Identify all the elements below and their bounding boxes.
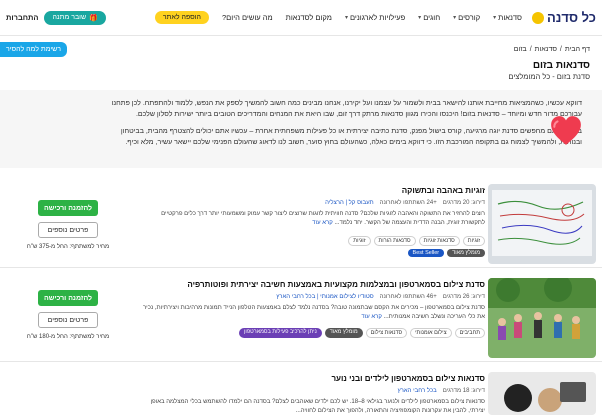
workshop-card: זוגיות באהבה ובתשוקה דירוג: 20 מדרגים +2… bbox=[0, 178, 602, 268]
smartphone-badge: ניתן להרכיב פעילות בסמארטפון bbox=[238, 328, 322, 338]
heart-icon bbox=[551, 116, 581, 145]
nav-item-label: מקום לסדנאות bbox=[285, 13, 332, 22]
tag[interactable]: צילום אומנותי bbox=[410, 328, 452, 338]
read-more-link[interactable]: קרא עוד bbox=[312, 220, 333, 226]
chevron-down-icon: ▾ bbox=[344, 15, 348, 21]
tag[interactable]: זוגיות bbox=[348, 236, 371, 246]
nav-item-label: פעילויות לארגונים bbox=[349, 13, 406, 22]
breadcrumb-home[interactable]: דף הבית bbox=[565, 46, 590, 53]
workshop-image[interactable] bbox=[488, 372, 596, 415]
workshop-card: סדנאות צילום בסמארטפון לילדים ובני נוער … bbox=[0, 366, 602, 415]
location[interactable]: בכל רחבי הארץ bbox=[398, 388, 437, 394]
rating: דירוג: 18 מדרגים bbox=[442, 388, 485, 394]
intro-text: דווקא עכשיו, כשהמציאות מחייבת אותנו להיש… bbox=[96, 98, 582, 148]
book-button[interactable]: להזמנה ורכישה bbox=[38, 290, 98, 306]
tag[interactable]: תחביבים bbox=[454, 328, 485, 338]
nav-item-label: מה עושים היום? bbox=[222, 13, 273, 22]
workshop-meta: דירוג: 20 מדרגים +24 השתתפו לאחרונה תעבו… bbox=[325, 200, 485, 206]
breadcrumb-separator: / bbox=[559, 46, 562, 53]
recommended-badge: מומלץ מאוד bbox=[447, 249, 485, 257]
whiteboard-photo bbox=[488, 184, 596, 264]
recommended-badge: מומלץ מאוד bbox=[324, 328, 363, 338]
workshop-info: זוגיות באהבה ובתשוקה דירוג: 20 מדרגים +2… bbox=[135, 178, 485, 267]
breadcrumb-current: בזום bbox=[513, 46, 527, 53]
workshop-card: סדנת צילום בסמארטפון ובמצלמות מקצועיות ב… bbox=[0, 272, 602, 362]
workshop-title[interactable]: סדנת צילום בסמארטפון ובמצלמות מקצועיות ב… bbox=[187, 280, 485, 289]
add-business-button[interactable]: הוספה לאתר bbox=[154, 11, 209, 24]
participants: +24 השתתפו לאחרונה bbox=[379, 200, 437, 206]
workshop-description: סדנת צילום בסמארטפון – מכירים את הקסם שב… bbox=[137, 304, 485, 322]
breadcrumb-separator: / bbox=[529, 46, 532, 53]
workshop-description: רוצים להחזיר את התשוקה והאהבה לזוגיות של… bbox=[137, 210, 485, 228]
workshop-info: סדנאות צילום בסמארטפון לילדים ובני נוער … bbox=[135, 366, 485, 415]
rating: דירוג: 26 מדרגים bbox=[442, 294, 485, 300]
workshop-image[interactable] bbox=[488, 184, 596, 264]
booking-panel: להזמנה ורכישה פרטים נוספים מחיר למשתתף: … bbox=[27, 290, 109, 340]
tag[interactable]: סדנאות זוגיות bbox=[418, 236, 460, 246]
breadcrumb: דף הבית / סדנאות / בזום bbox=[514, 46, 590, 53]
outdoor-group-photo bbox=[488, 278, 596, 358]
main-menu: סדנאות ▾ קורסים ▾ חוגים ▾ פעילויות לארגונים… bbox=[106, 11, 522, 24]
site-logo[interactable]: כל סדנה bbox=[531, 10, 596, 25]
workshop-image[interactable] bbox=[488, 278, 596, 358]
workshop-meta: דירוג: 18 מדרגים בכל רחבי הארץ bbox=[398, 388, 485, 394]
workshop-meta: דירוג: 26 מדרגים +46 השתתפו לאחרונה סטוד… bbox=[276, 294, 485, 300]
workshop-title[interactable]: סדנאות צילום בסמארטפון לילדים ובני נוער bbox=[331, 374, 485, 383]
intro-paragraph: דווקא עכשיו, כשהמציאות מחייבת אותנו להיש… bbox=[111, 100, 582, 118]
workshop-description: סדנאות צילום בסמארטפון לילדים ולנוער בגי… bbox=[150, 399, 485, 414]
gift-icon: 🎁 bbox=[89, 14, 98, 22]
gift-voucher-label: שובר מתנה bbox=[52, 14, 87, 21]
price: מחיר למשתתף: החל מ-180 ש"ח bbox=[26, 334, 110, 340]
badge-list: מומלץ מאוד Best Seller bbox=[407, 249, 485, 257]
book-button[interactable]: להזמנה ורכישה bbox=[38, 200, 98, 216]
tag[interactable]: זוגיות bbox=[462, 236, 485, 246]
workshop-info: סדנת צילום בסמארטפון ובמצלמות מקצועיות ב… bbox=[135, 272, 485, 361]
chevron-down-icon: ▾ bbox=[453, 15, 457, 21]
nav-item-label: קורסים bbox=[458, 13, 481, 22]
logo-icon bbox=[531, 11, 544, 24]
intro-paragraph: בין אם אתם מחפשים סדנת יוגה מרגיעה, קורס… bbox=[120, 128, 582, 146]
side-cta-button[interactable]: רשימת למה להסיר bbox=[0, 42, 68, 57]
booking-panel: להזמנה ורכישה פרטים נוספים מחיר למשתתף: … bbox=[27, 200, 109, 250]
page-title: סדנאות בזום bbox=[532, 60, 590, 71]
bestseller-badge: Best Seller bbox=[407, 249, 445, 257]
page-subtitle: סדנת בזום - כל המומלצים bbox=[508, 72, 590, 81]
gift-voucher-button[interactable]: 🎁 שובר מתנה bbox=[44, 10, 106, 25]
nav-item-courses[interactable]: קורסים ▾ bbox=[453, 13, 480, 22]
top-navbar: כל סדנה סדנאות ▾ קורסים ▾ חוגים ▾ פעילויות … bbox=[0, 0, 602, 36]
location[interactable]: סטודיו לצילום אמנותי | בכל רחבי הארץ bbox=[276, 294, 373, 300]
nav-actions: 🎁 שובר מתנה התחברות bbox=[6, 10, 106, 25]
tag-list: תחביבים צילום אומנותי סדנאות צילום מומלץ… bbox=[238, 328, 485, 338]
nav-item-organizations[interactable]: פעילויות לארגונים ▾ bbox=[345, 13, 405, 22]
tag[interactable]: סדנאות צילום bbox=[365, 328, 408, 338]
nav-item-workshops[interactable]: סדנאות ▾ bbox=[493, 13, 522, 22]
logo-text: כל סדנה bbox=[546, 10, 596, 25]
kids-photo bbox=[488, 372, 596, 415]
location[interactable]: תעבוס קל | הרצליה bbox=[325, 200, 374, 206]
price: מחיר למשתתף: החל מ-375 ש"ח bbox=[26, 244, 110, 250]
login-link[interactable]: התחברות bbox=[6, 13, 38, 22]
nav-item-label: חוגים bbox=[423, 13, 441, 22]
breadcrumb-workshops[interactable]: סדנאות bbox=[535, 46, 557, 53]
chevron-down-icon: ▾ bbox=[493, 15, 497, 21]
chevron-down-icon: ▾ bbox=[418, 15, 422, 21]
tag-list: זוגיות סדנאות זוגיות סדנאות הורות זוגיות bbox=[348, 236, 485, 246]
read-more-link[interactable]: קרא עוד bbox=[361, 314, 382, 320]
tag[interactable]: סדנאות הורות bbox=[373, 236, 416, 246]
nav-item-label: סדנאות bbox=[498, 13, 522, 22]
more-details-button[interactable]: פרטים נוספים bbox=[38, 222, 98, 238]
nav-item-classes[interactable]: חוגים ▾ bbox=[418, 13, 440, 22]
rating: דירוג: 20 מדרגים bbox=[442, 200, 485, 206]
intro-section: דווקא עכשיו, כשהמציאות מחייבת אותנו להיש… bbox=[0, 90, 602, 168]
workshop-title[interactable]: זוגיות באהבה ובתשוקה bbox=[402, 186, 485, 195]
description-text: סדנת צילום בסמארטפון – מכירים את הקסם שב… bbox=[142, 305, 485, 320]
nav-item-venues[interactable]: מקום לסדנאות bbox=[286, 13, 332, 22]
more-details-button[interactable]: פרטים נוספים bbox=[38, 312, 98, 328]
nav-item-today[interactable]: מה עושים היום? bbox=[222, 13, 273, 22]
participants: +46 השתתפו לאחרונה bbox=[379, 294, 437, 300]
